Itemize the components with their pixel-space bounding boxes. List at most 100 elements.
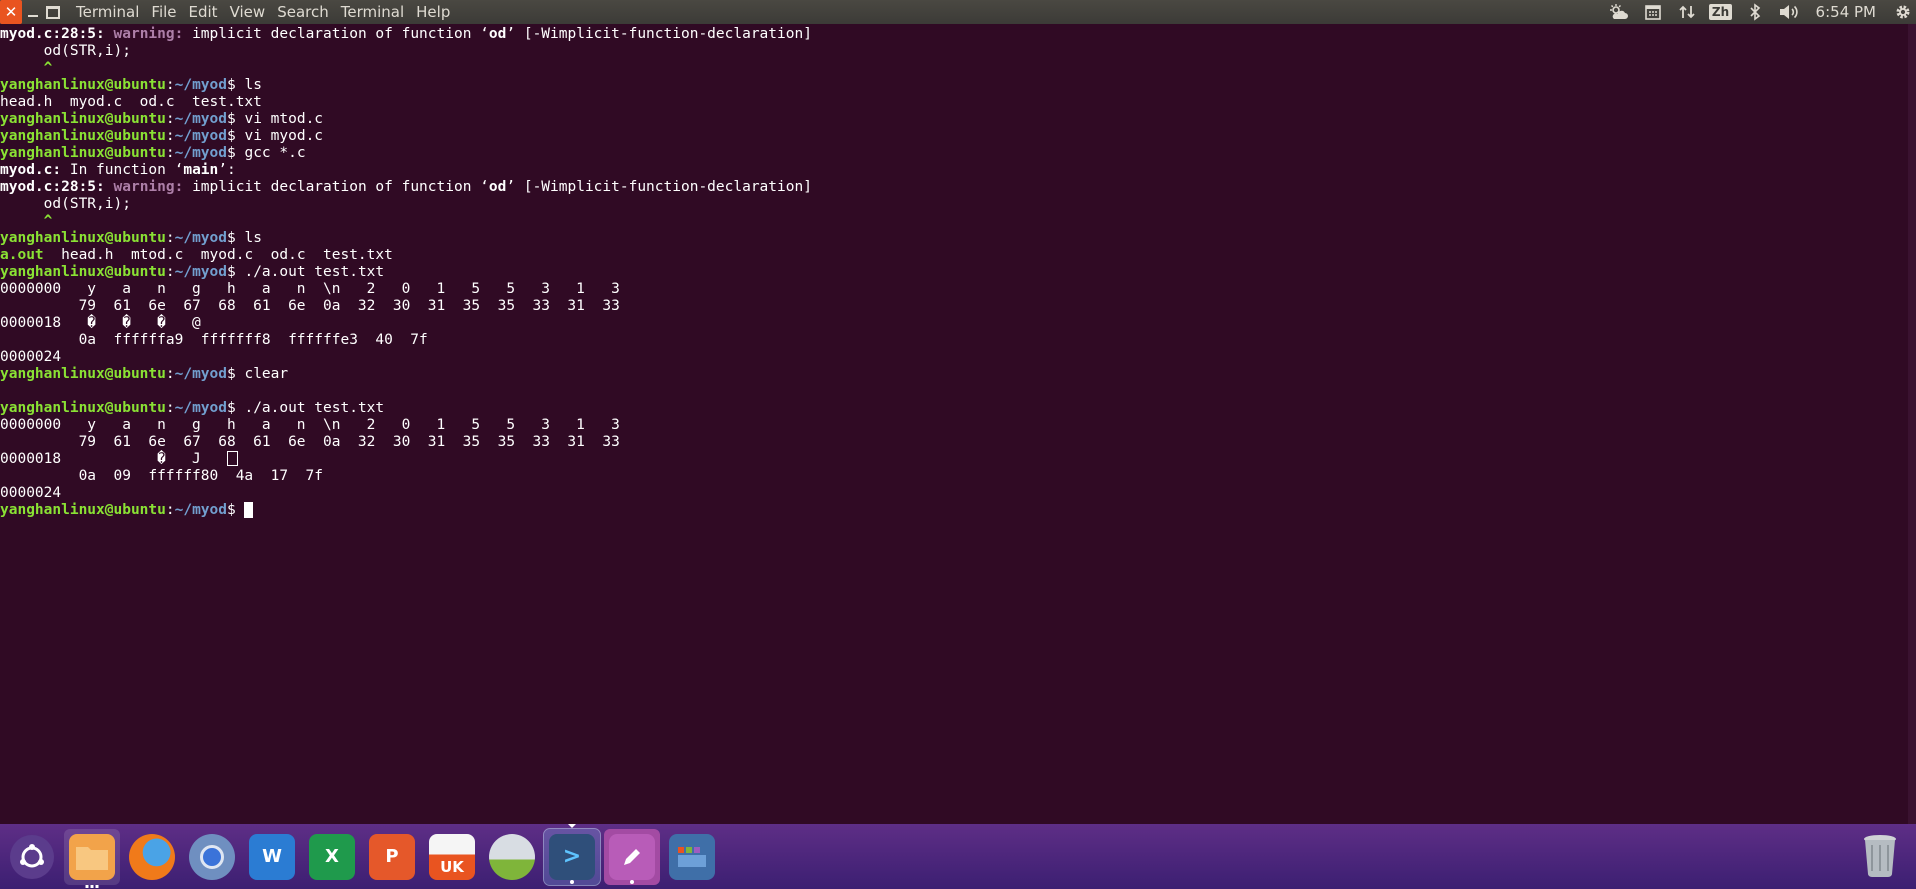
output-text: 79 61 6e 67 68 61 6e 0a 32 30 31 35 35 3… [0, 298, 620, 314]
terminal-line: head.h myod.c od.c test.txt [0, 94, 1916, 111]
dock-item-word[interactable]: W [244, 829, 300, 885]
terminal-line: yanghanlinux@ubuntu:~/myod$ gcc *.c [0, 145, 1916, 162]
prompt-dollar: $ [227, 145, 245, 161]
files-icon [69, 833, 115, 880]
prompt-user: yanghanlinux@ubuntu [0, 128, 166, 144]
output-text: 0a ffffffa9 fffffff8 ffffffe3 40 7f [0, 332, 428, 348]
firefox-icon [129, 833, 175, 880]
dock-item-text-editor[interactable] [604, 828, 660, 885]
quote-open: ‘ [480, 26, 489, 42]
trash-icon[interactable] [1856, 829, 1904, 881]
indicator-area: Zh 6:54 PM [1602, 0, 1916, 24]
dock-item-files[interactable] [64, 828, 120, 888]
prompt-separator: : [165, 502, 175, 518]
terminal-line: 0000018 � J [0, 451, 1916, 468]
prompt-dollar: $ [227, 77, 245, 93]
terminal-line: a.out head.h mtod.c myod.c od.c test.txt [0, 247, 1916, 264]
prompt-path: ~/myod [174, 145, 227, 161]
terminal-line: myod.c:28:5: warning: implicit declarati… [0, 179, 1916, 196]
prompt-dollar: $ [227, 400, 245, 416]
terminal-line: yanghanlinux@ubuntu:~/myod$ clear [0, 366, 1916, 383]
quote-open: ‘ [480, 179, 489, 195]
dock-item-scanner[interactable] [484, 829, 540, 885]
input-method-label: Zh [1708, 4, 1733, 20]
command-text: ls [244, 230, 262, 246]
terminal-line: 0a ffffffa9 fffffff8 ffffffe3 40 7f [0, 332, 1916, 349]
command-text: clear [244, 366, 289, 382]
prompt-separator: : [165, 111, 175, 127]
terminal-line: 0000018 � � � @ [0, 315, 1916, 332]
menu-search[interactable]: Search [271, 3, 335, 21]
prompt-separator: : [165, 128, 175, 144]
terminal-line: yanghanlinux@ubuntu:~/myod$ vi mtod.c [0, 111, 1916, 128]
info-tail: : [227, 162, 236, 178]
menu-terminal[interactable]: Terminal [335, 3, 410, 21]
info-message: In function [61, 162, 175, 178]
app-title: Terminal [76, 3, 140, 21]
network-updown-icon[interactable] [1670, 0, 1704, 24]
terminal-output[interactable]: myod.c:28:5: warning: implicit declarati… [0, 24, 1916, 826]
terminal-line: 0a 09 ffffff80 4a 17 7f [0, 468, 1916, 485]
terminal-line: yanghanlinux@ubuntu:~/myod$ [0, 502, 1916, 519]
terminal-line: od(STR,i); [0, 196, 1916, 213]
dock-item-terminal[interactable]: > [543, 823, 601, 886]
settings-gear-icon[interactable] [1890, 0, 1916, 24]
prompt-path: ~/myod [174, 128, 227, 144]
menu-help[interactable]: Help [410, 3, 456, 21]
maximize-window-button[interactable] [44, 3, 62, 21]
output-text: 0000000 y a n g h a n \n 2 0 1 5 5 3 1 3 [0, 417, 620, 433]
prompt-separator: : [165, 400, 175, 416]
calendar-icon[interactable] [1636, 0, 1670, 24]
dock-item-dash[interactable] [4, 829, 60, 885]
warning-flag: [-Wimplicit-function-declaration] [523, 26, 812, 42]
prompt-separator: : [165, 264, 175, 280]
executable-file: a.out [0, 247, 44, 263]
output-text: 0000018 � J [0, 451, 227, 467]
terminal-scrollbar[interactable] [1908, 24, 1916, 824]
prompt-path: ~/myod [174, 264, 227, 280]
input-method-indicator[interactable]: Zh [1704, 0, 1738, 24]
close-window-button[interactable]: ✕ [0, 0, 22, 24]
clock[interactable]: 6:54 PM [1806, 3, 1890, 21]
prompt-dollar: $ [227, 366, 245, 382]
output-text: 0000024 [0, 349, 62, 365]
dock-item-workspaces[interactable] [664, 829, 720, 885]
weather-indicator-icon[interactable] [1602, 0, 1636, 24]
output-text: 0000018 � � � @ [0, 315, 201, 331]
terminal-line: 0000024 [0, 349, 1916, 366]
prompt-dollar: $ [227, 128, 245, 144]
menu-edit[interactable]: Edit [183, 3, 224, 21]
command-text: gcc *.c [244, 145, 306, 161]
command-text: vi myod.c [244, 128, 324, 144]
prompt-path: ~/myod [174, 502, 227, 518]
terminal-line: ^ [0, 213, 1916, 230]
prompt-user: yanghanlinux@ubuntu [0, 264, 166, 280]
terminal-line: myod.c: In function ‘main’: [0, 162, 1916, 179]
dock-item-firefox[interactable] [124, 829, 180, 885]
dock-item-software[interactable]: UK [424, 829, 480, 885]
menu-view[interactable]: View [224, 3, 272, 21]
quote-close: ’ [506, 26, 516, 42]
menu-file[interactable]: File [145, 3, 182, 21]
warning-message: implicit declaration of function [192, 179, 481, 195]
warning-flag: [-Wimplicit-function-declaration] [523, 179, 812, 195]
prompt-dollar: $ [227, 264, 245, 280]
minimize-window-button[interactable] [24, 3, 42, 21]
prompt-path: ~/myod [174, 400, 227, 416]
command-text: ls [244, 77, 262, 93]
bluetooth-icon[interactable] [1738, 0, 1772, 24]
excel-icon: X [309, 833, 355, 880]
prompt-dollar: $ [227, 230, 245, 246]
dock-item-excel[interactable]: X [304, 829, 360, 885]
dock-item-powerpoint[interactable]: P [364, 829, 420, 885]
terminal-line: myod.c:28:5: warning: implicit declarati… [0, 26, 1916, 43]
volume-icon[interactable] [1772, 0, 1806, 24]
dock-item-chromium[interactable] [184, 829, 240, 885]
quote-close: ’ [218, 162, 227, 178]
output-text: 79 61 6e 67 68 61 6e 0a 32 30 31 35 35 3… [0, 434, 620, 450]
prompt-user: yanghanlinux@ubuntu [0, 366, 166, 382]
